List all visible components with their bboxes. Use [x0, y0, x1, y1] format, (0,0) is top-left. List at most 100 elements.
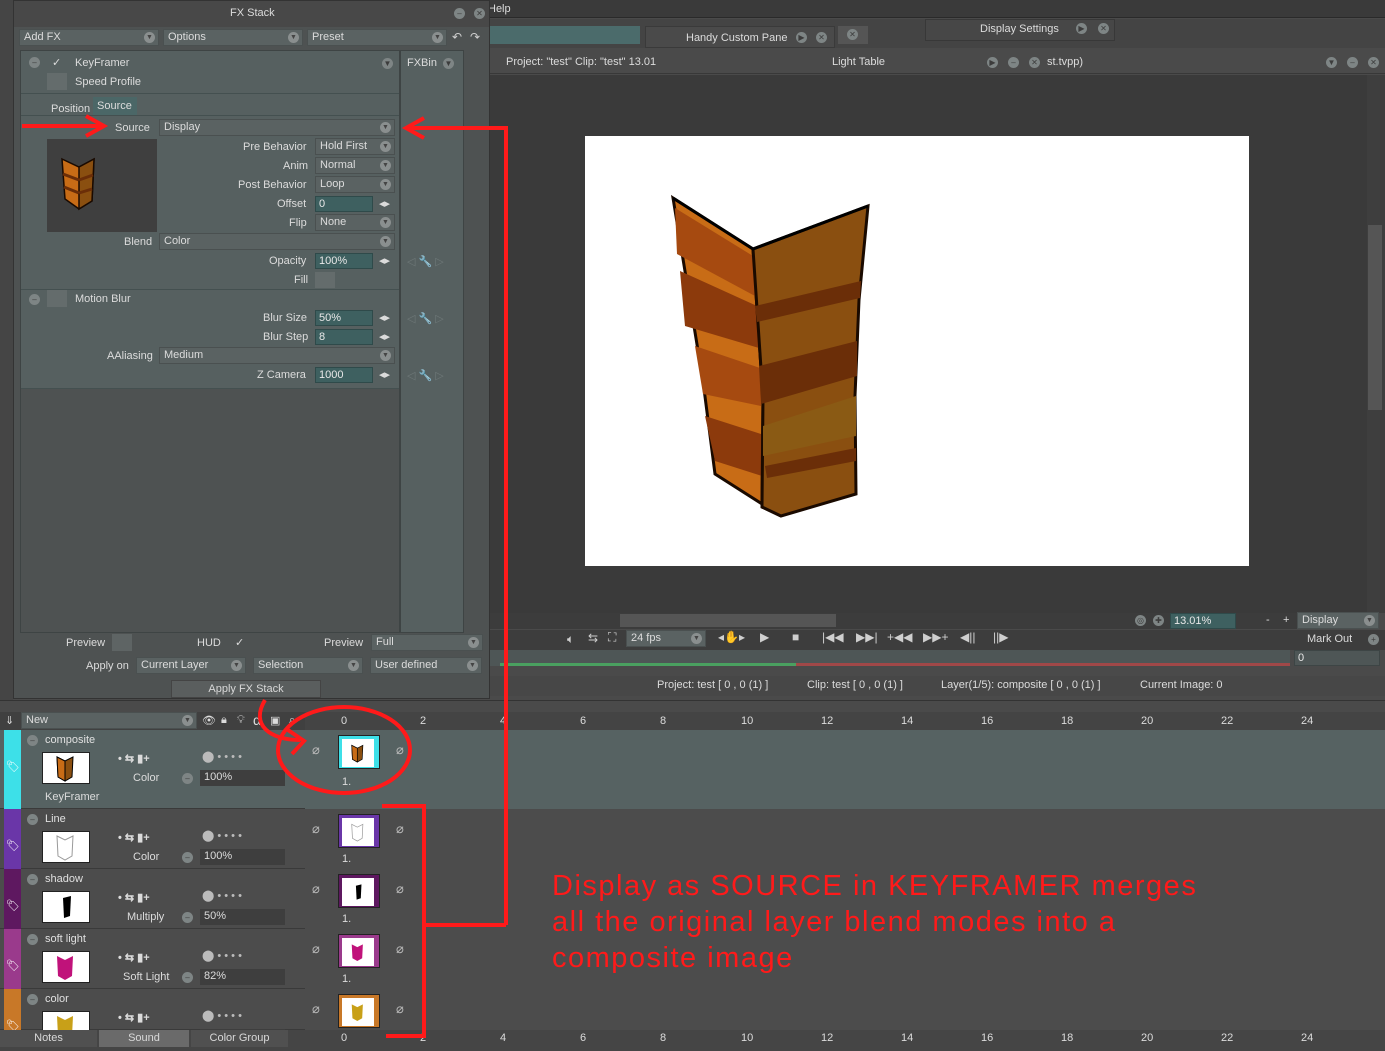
- layer-row[interactable]: 🏷︎ – color • ⇆ ▮+ ⬤ • • • • – ⌀ 1. ⌀: [0, 989, 1385, 1045]
- tab-handy-custom-pane[interactable]: Handy Custom Pane ▶ ✕: [645, 26, 835, 48]
- collapse-icon[interactable]: –: [27, 934, 38, 945]
- tab-sound[interactable]: Sound: [99, 1030, 189, 1047]
- offset-stepper-icon[interactable]: ◂▸: [379, 197, 390, 210]
- post-behavior-dropdown[interactable]: Loop ▼: [315, 176, 395, 193]
- zoom-minus[interactable]: -: [1266, 614, 1270, 626]
- zoom-plus[interactable]: +: [1283, 614, 1289, 626]
- alpha-icon[interactable]: α: [253, 712, 261, 728]
- hand-icon[interactable]: ◂✋▸: [718, 630, 745, 644]
- tab-source[interactable]: Source: [93, 97, 137, 115]
- target-icon[interactable]: ✚: [1153, 615, 1164, 626]
- layer-dots-icon[interactable]: ⬤ • • • •: [202, 949, 242, 962]
- frame-cell[interactable]: [338, 874, 380, 908]
- frame-cell[interactable]: [338, 735, 380, 769]
- layer-flags-icon[interactable]: • ⇆ ▮+: [118, 891, 150, 904]
- opacity-minus-icon[interactable]: –: [182, 852, 193, 863]
- no-image-icon[interactable]: ⌀: [312, 742, 320, 758]
- speed-profile-checkbox[interactable]: [47, 73, 67, 90]
- loop-icon[interactable]: ⇆: [588, 631, 598, 645]
- collapse-icon[interactable]: –: [27, 874, 38, 885]
- preset-dropdown[interactable]: Preset ▼: [307, 29, 447, 46]
- frame-cell[interactable]: [338, 934, 380, 968]
- collapse-icon[interactable]: –: [27, 735, 38, 746]
- light-table-label[interactable]: Light Table: [832, 56, 885, 68]
- timeline-scrub[interactable]: [490, 650, 1290, 666]
- layer-row[interactable]: 🏷︎ – shadow • ⇆ ▮+ ⬤ • • • • Multiply – …: [0, 869, 1385, 929]
- chevron-down-icon[interactable]: ▼: [443, 58, 454, 69]
- tab-display-settings[interactable]: Display Settings ▶ ✕: [925, 19, 1115, 41]
- tag-icon[interactable]: 🏷︎: [6, 959, 20, 972]
- aaliasing-dropdown[interactable]: Medium ▼: [159, 347, 395, 364]
- layer-dots-icon[interactable]: ⬤ • • • •: [202, 750, 242, 763]
- fill-checkbox[interactable]: [315, 272, 335, 288]
- search-icon[interactable]: ⌕: [289, 714, 295, 727]
- panel-scrollbar[interactable]: [466, 50, 484, 633]
- options-dropdown[interactable]: Options ▼: [163, 29, 303, 46]
- preview-checkbox[interactable]: [112, 634, 132, 651]
- redo-icon[interactable]: ↷: [470, 30, 480, 44]
- layer-flags-icon[interactable]: • ⇆ ▮+: [118, 752, 150, 765]
- layer-name[interactable]: soft light: [45, 933, 86, 945]
- blend-dropdown[interactable]: Color ▼: [159, 233, 395, 250]
- layer-row[interactable]: 🏷︎ – soft light • ⇆ ▮+ ⬤ • • • • Soft Li…: [0, 929, 1385, 989]
- prev-frame-icon[interactable]: ◀||: [960, 630, 975, 644]
- collapse-icon[interactable]: –: [29, 57, 40, 68]
- blur-step-stepper-icon[interactable]: ◂▸: [379, 330, 390, 343]
- select-icon[interactable]: ▣: [270, 714, 280, 727]
- no-image-icon[interactable]: ⌀: [396, 881, 404, 897]
- play-icon[interactable]: ▶: [760, 630, 769, 644]
- keyframer-name[interactable]: KeyFramer: [75, 57, 129, 69]
- motion-blur-name[interactable]: Motion Blur: [75, 293, 131, 305]
- layer-name[interactable]: composite: [45, 734, 95, 746]
- fx-stack-titlebar[interactable]: FX Stack – ✕: [14, 1, 489, 27]
- chevron-down-icon[interactable]: ▼: [1326, 57, 1337, 68]
- undo-icon[interactable]: ↶: [452, 30, 462, 44]
- pre-behavior-dropdown[interactable]: Hold First ▼: [315, 138, 395, 155]
- lock-icon[interactable]: 🔒︎: [221, 714, 227, 727]
- opacity-slider[interactable]: 100%: [200, 849, 285, 865]
- minimize-icon[interactable]: –: [454, 8, 465, 19]
- layer-blend-mode[interactable]: Soft Light: [123, 971, 169, 983]
- no-image-icon[interactable]: ⌀: [396, 821, 404, 837]
- tag-icon[interactable]: 🏷︎: [6, 899, 20, 912]
- play-icon[interactable]: ▶: [796, 32, 807, 43]
- user-defined-dropdown[interactable]: User defined ▼: [370, 657, 482, 674]
- close-icon[interactable]: ✕: [474, 8, 485, 19]
- layer-dots-icon[interactable]: ⬤ • • • •: [202, 889, 242, 902]
- layer-name[interactable]: color: [45, 993, 69, 1005]
- preview-mode-dropdown[interactable]: Full ▼: [371, 634, 483, 651]
- tab-active-strip[interactable]: [490, 26, 640, 44]
- motion-blur-checkbox[interactable]: [47, 290, 67, 307]
- collapse-icon[interactable]: –: [29, 294, 40, 305]
- hud-checkmark-icon[interactable]: ✓: [235, 636, 244, 649]
- opacity-minus-icon[interactable]: –: [182, 773, 193, 784]
- stop-icon[interactable]: ■: [792, 630, 799, 644]
- anim-dropdown[interactable]: Normal ▼: [315, 157, 395, 174]
- scroll-thumb[interactable]: [1368, 225, 1382, 410]
- speaker-icon[interactable]: 🔈︎: [567, 632, 574, 647]
- play-icon[interactable]: ▶: [1076, 23, 1087, 34]
- z-camera-field[interactable]: 1000: [315, 367, 373, 383]
- source-dropdown[interactable]: Display ▼: [159, 119, 395, 136]
- no-image-icon[interactable]: ⌀: [396, 742, 404, 758]
- layer-flags-icon[interactable]: • ⇆ ▮+: [118, 951, 150, 964]
- current-layer-dropdown[interactable]: Current Layer ▼: [136, 657, 246, 674]
- checkmark-icon[interactable]: ✓: [52, 56, 61, 69]
- close-icon[interactable]: ✕: [1029, 57, 1040, 68]
- blur-size-stepper-icon[interactable]: ◂▸: [379, 311, 390, 324]
- z-camera-stepper-icon[interactable]: ◂▸: [379, 368, 390, 381]
- collapse-icon[interactable]: –: [27, 994, 38, 1005]
- mark-out-label[interactable]: Mark Out: [1307, 633, 1352, 645]
- close-icon[interactable]: ✕: [816, 32, 827, 43]
- no-image-icon[interactable]: ⌀: [312, 881, 320, 897]
- layer-row[interactable]: 🏷︎ – Line • ⇆ ▮+ ⬤ • • • • Color – 100% …: [0, 809, 1385, 869]
- layer-blend-mode[interactable]: Multiply: [127, 911, 164, 923]
- next-key-icon[interactable]: ▶▶+: [923, 630, 948, 644]
- frame-cell[interactable]: [338, 814, 380, 848]
- new-layer-dropdown[interactable]: New ▼: [21, 712, 197, 729]
- hscroll-thumb[interactable]: [620, 614, 836, 627]
- opacity-slider[interactable]: 100%: [200, 770, 285, 786]
- tab-notes[interactable]: Notes: [0, 1030, 97, 1047]
- layer-flags-icon[interactable]: • ⇆ ▮+: [118, 1011, 150, 1024]
- layer-dots-icon[interactable]: ⬤ • • • •: [202, 1009, 242, 1022]
